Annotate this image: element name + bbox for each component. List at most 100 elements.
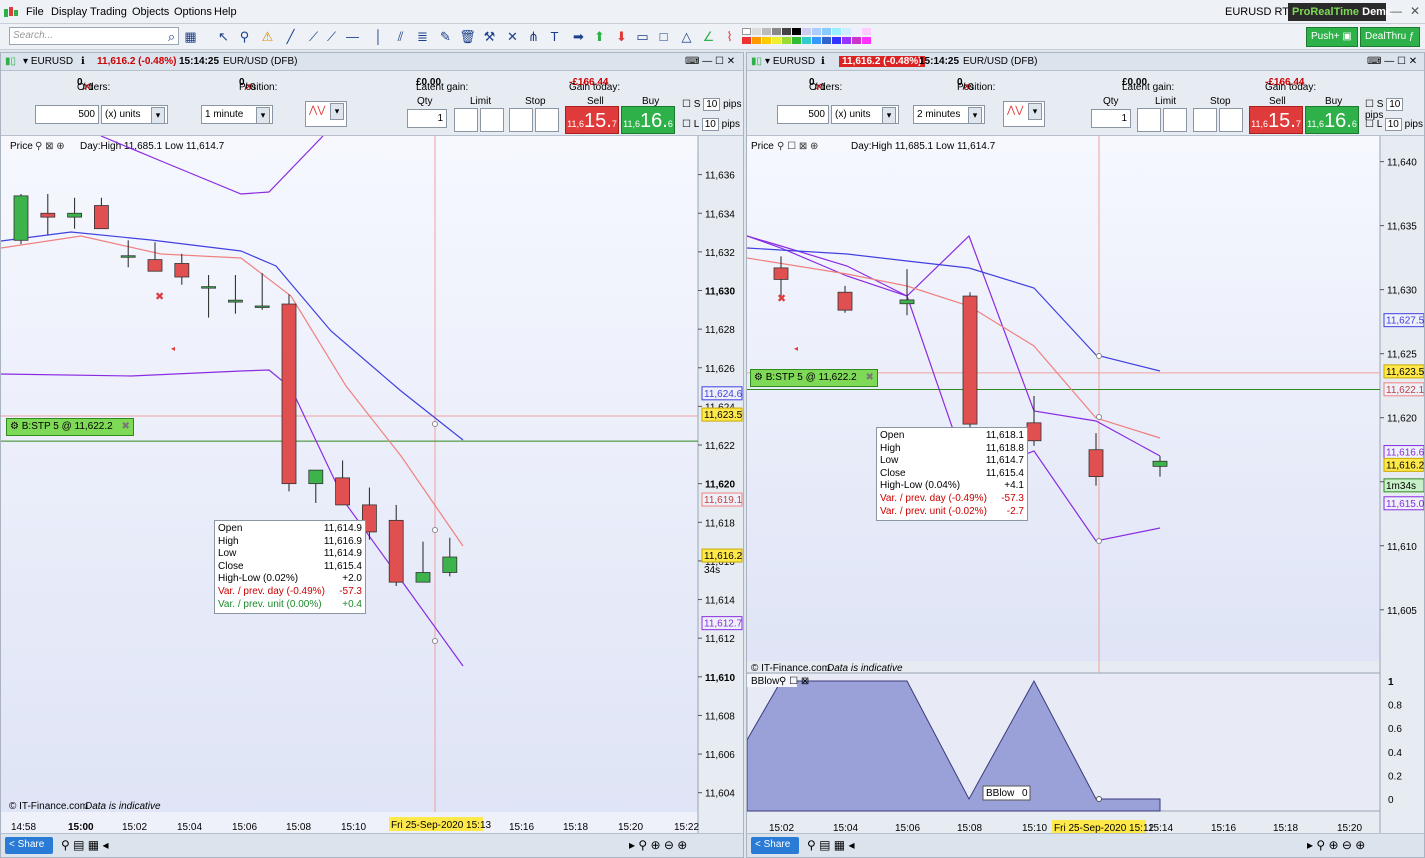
indicator-tools-icon: ⚲ ☐ ⊠	[779, 676, 809, 687]
close-icon[interactable]: ✕	[1410, 4, 1420, 18]
menu-help[interactable]: Help	[214, 6, 237, 18]
info-icon[interactable]: ℹ	[821, 56, 825, 67]
y-tick-label: 11,626	[705, 364, 735, 375]
info-icon[interactable]: ℹ	[81, 56, 85, 67]
delete-icon[interactable]: 🗑	[459, 28, 476, 45]
triangle-icon[interactable]: △	[678, 28, 695, 45]
stop-label: Stop	[525, 96, 546, 107]
search-input[interactable]: Search...	[9, 27, 179, 45]
limit-order-button-2[interactable]	[1163, 108, 1187, 132]
limit-order-button[interactable]	[1137, 108, 1161, 132]
menu-options[interactable]: Options	[174, 6, 212, 18]
quantity-stepper[interactable]: 500	[777, 105, 829, 124]
stop-order-button-2[interactable]	[1219, 108, 1243, 132]
ellipse-icon[interactable]: ▭	[634, 28, 651, 45]
limit-pips-checkbox[interactable]: ☐ L 10 pips	[1365, 118, 1423, 131]
statusbar-tools-icon[interactable]: ⚲ ▤ ▦ ◂	[807, 838, 855, 852]
menu-trading[interactable]: Trading	[90, 6, 127, 18]
limit-order-button[interactable]	[454, 108, 478, 132]
limit-label: Limit	[1155, 96, 1177, 107]
price-chart-2minutes[interactable]: Price ⚲ ☐ ⊠ ⊕ Day:High 11,685.1 Low 11,614…	[747, 136, 1424, 836]
keyboard-icon[interactable]: ⌨ — ☐ ✕	[685, 56, 735, 67]
vline-icon[interactable]: │	[370, 28, 387, 45]
layout-icon[interactable]: ▦	[182, 28, 199, 45]
price-tools-icon: ⚲ ☐ ⊠ ⊕	[777, 141, 818, 152]
symbol-dropdown[interactable]: ▾ EURUSD	[23, 56, 73, 67]
tooltip-value: +2.0	[342, 573, 362, 585]
stop-order-label[interactable]: ⚙ B:STP 5 @ 11,622.2 ✖	[750, 369, 878, 387]
fib-icon[interactable]: ≣	[414, 28, 431, 45]
timeframe-select[interactable]: 2 minutes	[913, 105, 985, 124]
y-tick-label: 11,614	[705, 596, 735, 607]
rectangle-icon[interactable]: □	[655, 28, 672, 45]
fork-icon[interactable]: ⋔	[525, 28, 542, 45]
statusbar-tools-icon[interactable]: ⚲ ▤ ▦ ◂	[61, 838, 109, 852]
tooltip-key: Var. / prev. unit (-0.02%)	[880, 505, 987, 517]
menu-objects[interactable]: Objects	[132, 6, 169, 18]
symbol-dropdown[interactable]: ▾ EURUSD	[765, 56, 815, 67]
cross-icon[interactable]: ✕	[504, 28, 521, 45]
quantity-stepper[interactable]: 500	[35, 105, 99, 124]
stop-order-button-2[interactable]	[535, 108, 559, 132]
app-logo-icon	[4, 7, 18, 17]
hline-icon[interactable]: —	[344, 28, 361, 45]
ruler-icon[interactable]: ╱	[282, 28, 299, 45]
dealthru-button[interactable]: DealThru ƒ	[1360, 27, 1420, 47]
tooltip-row: Open 11,614.9	[218, 523, 362, 536]
buy-button[interactable]: 11,616.6	[621, 106, 675, 134]
plot-gradient	[1, 136, 698, 812]
trendline-icon[interactable]: ⟋	[323, 28, 340, 45]
menu-file[interactable]: File	[26, 6, 44, 18]
candle-body	[1026, 422, 1042, 442]
strategy-icon[interactable]: ⋀⋁	[305, 101, 347, 127]
candle-body	[899, 299, 915, 305]
cancel-order-icon[interactable]: ✖	[865, 372, 873, 383]
polygon-icon[interactable]: ⌇	[721, 28, 738, 45]
channel-icon[interactable]: ⫽	[392, 28, 409, 45]
tools-icon[interactable]: ⚒	[481, 28, 498, 45]
x-tick-label: 15:04	[177, 822, 202, 833]
strategy-icon[interactable]: ⋀⋁	[1003, 101, 1045, 127]
price-tag-lowerband: 11,615.0	[1386, 499, 1424, 510]
push-button[interactable]: Push+ ▣	[1306, 27, 1358, 47]
sell-button[interactable]: 11,615.7	[565, 106, 619, 134]
limit-order-button-2[interactable]	[480, 108, 504, 132]
drawing-toolbar: Search... ⌕ ▦ ↖ ⚲ ⚠ ╱ ⟋ ⟋ — │ ⫽ ≣ ✎ 🗑 ⚒ …	[0, 24, 1425, 50]
cursor-icon[interactable]: ↖	[215, 28, 232, 45]
tooltip-key: High	[218, 535, 239, 547]
line-icon[interactable]: ⟋	[305, 28, 322, 45]
menu-display[interactable]: Display	[51, 6, 87, 18]
search-icon[interactable]: ⌕	[163, 28, 180, 45]
buy-button[interactable]: 11,616.6	[1305, 106, 1359, 134]
arrow-down-icon[interactable]: ⬇	[613, 28, 630, 45]
keyboard-icon[interactable]: ⌨ — ☐ ✕	[1367, 56, 1417, 67]
minimize-icon[interactable]: —	[1390, 4, 1402, 18]
stop-pips-checkbox[interactable]: ☐ S 10 pips	[682, 98, 741, 111]
stop-order-button[interactable]	[509, 108, 533, 132]
zoom-icon[interactable]: ⚲	[236, 28, 253, 45]
stop-order-button[interactable]	[1193, 108, 1217, 132]
order-qty-input[interactable]: 1	[407, 109, 447, 128]
arrow-up-icon[interactable]: ⬆	[591, 28, 608, 45]
units-select[interactable]: (x) units	[101, 105, 168, 124]
cancel-order-icon[interactable]: ✖	[121, 421, 129, 432]
units-select[interactable]: (x) units	[831, 105, 899, 124]
pen-icon[interactable]: ✎	[437, 28, 454, 45]
share-button[interactable]: < Share	[751, 837, 799, 854]
zoom-controls-icon[interactable]: ▸ ⚲ ⊕ ⊖ ⊕	[629, 838, 687, 852]
sell-button[interactable]: 11,615.7	[1249, 106, 1303, 134]
order-ticket: 500 (x) units 1 minute ⋀⋁ Qty 1 Limit St…	[1, 94, 743, 136]
color-palette[interactable]	[742, 27, 874, 47]
angle-icon[interactable]: ∠	[700, 28, 717, 45]
timeframe-select[interactable]: 1 minute	[201, 105, 273, 124]
limit-pips-checkbox[interactable]: ☐ L 10 pips	[682, 118, 740, 131]
zoom-controls-icon[interactable]: ▸ ⚲ ⊕ ⊖ ⊕	[1307, 838, 1365, 852]
x-tick-label: 15:10	[341, 822, 366, 833]
alert-icon[interactable]: ⚠	[259, 28, 276, 45]
price-chart-1minute[interactable]: Price ⚲ ⊠ ⊕ Day:High 11,685.1 Low 11,614.7…	[1, 136, 743, 836]
arrow-right-icon[interactable]: ➡	[570, 28, 587, 45]
order-qty-input[interactable]: 1	[1091, 109, 1131, 128]
text-icon[interactable]: T	[546, 28, 563, 45]
stop-order-label[interactable]: ⚙ B:STP 5 @ 11,622.2 ✖	[6, 418, 134, 436]
share-button[interactable]: < Share	[5, 837, 53, 854]
